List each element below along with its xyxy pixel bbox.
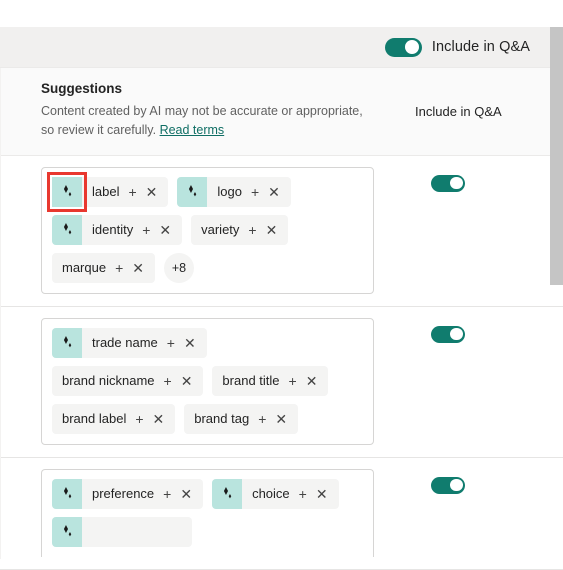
suggestion-chip[interactable]: variety + ✕ <box>191 214 289 245</box>
add-suggestion-icon[interactable]: + <box>239 223 256 237</box>
add-suggestion-icon[interactable]: + <box>249 412 266 426</box>
suggestion-row: preference + ✕ choice + ✕ <box>0 458 563 570</box>
suggestion-card: preference + ✕ choice + ✕ <box>41 468 374 557</box>
suggestion-row-cards: preference + ✕ choice + ✕ <box>0 458 411 569</box>
panel-header-bar: Include in Q&A <box>0 27 563 68</box>
suggestion-chip-label: trade name <box>92 335 158 351</box>
suggestions-intro: Suggestions Content created by AI may no… <box>0 68 563 156</box>
row-include-toggle-cell <box>411 307 563 343</box>
remove-suggestion-icon[interactable]: ✕ <box>257 223 289 237</box>
suggestion-chip[interactable]: brand title + ✕ <box>212 365 329 396</box>
add-suggestion-icon[interactable]: + <box>133 223 150 237</box>
chip-row: preference + ✕ choice + ✕ <box>52 478 363 509</box>
suggestion-row-cards: label + ✕ logo + ✕ identity + ✕ variety + ✕ marque + ✕… <box>0 156 411 306</box>
toggle-knob <box>450 327 463 341</box>
master-include-toggle[interactable] <box>384 37 422 57</box>
suggestion-chip-label: brand label <box>62 411 127 427</box>
chip-row: marque + ✕ +8 <box>52 252 363 283</box>
suggestions-disclaimer: Content created by AI may not be accurat… <box>41 102 371 141</box>
add-suggestion-icon[interactable]: + <box>126 412 143 426</box>
remove-suggestion-icon[interactable]: ✕ <box>144 412 176 426</box>
chip-row: trade name + ✕ <box>52 327 363 358</box>
remove-suggestion-icon[interactable]: ✕ <box>137 185 169 199</box>
suggestion-chip[interactable]: brand tag + ✕ <box>184 403 299 434</box>
suggestion-chip-label: choice <box>252 486 290 502</box>
add-suggestion-icon[interactable]: + <box>242 185 259 199</box>
more-suggestions-badge[interactable]: +8 <box>164 252 194 283</box>
remove-suggestion-icon[interactable]: ✕ <box>172 374 204 388</box>
add-suggestion-icon[interactable]: + <box>154 487 171 501</box>
panel-left-edge <box>0 68 1 559</box>
suggestion-chip-label: variety <box>201 222 240 238</box>
suggestion-card: label + ✕ logo + ✕ identity + ✕ variety + ✕ marque + ✕… <box>41 166 374 294</box>
chip-row <box>52 516 363 547</box>
add-suggestion-icon[interactable]: + <box>155 374 172 388</box>
toggle-knob <box>450 478 463 492</box>
suggestion-chip[interactable]: choice + ✕ <box>212 478 339 509</box>
suggestion-chip[interactable] <box>52 516 192 547</box>
suggestion-row-cards: trade name + ✕ brand nickname + ✕ brand title +… <box>0 307 411 457</box>
suggestion-card: trade name + ✕ brand nickname + ✕ brand title +… <box>41 317 374 445</box>
row-include-toggle-cell <box>411 156 563 192</box>
suggestion-chip[interactable]: preference + ✕ <box>52 478 204 509</box>
remove-suggestion-icon[interactable]: ✕ <box>175 336 207 350</box>
suggestion-rows: label + ✕ logo + ✕ identity + ✕ variety + ✕ marque + ✕… <box>0 156 563 570</box>
suggestion-chip-label: identity <box>92 222 134 238</box>
suggestion-chip[interactable]: label + ✕ <box>47 171 169 212</box>
suggestion-chip[interactable]: identity + ✕ <box>52 214 183 245</box>
chip-row: identity + ✕ variety + ✕ <box>52 214 363 245</box>
ai-sparkle-icon[interactable] <box>47 171 87 212</box>
suggestion-chip-label: label <box>92 184 120 200</box>
row-include-toggle-cell <box>411 458 563 494</box>
suggestion-chip-label: marque <box>62 260 107 276</box>
suggestion-chip-label: brand nickname <box>62 373 155 389</box>
add-suggestion-icon[interactable]: + <box>290 487 307 501</box>
suggestion-chip[interactable]: marque + ✕ <box>52 252 155 283</box>
chip-row: brand label + ✕ brand tag + ✕ <box>52 403 363 434</box>
include-column-header: Include in Q&A <box>415 104 502 119</box>
suggestion-chip-label: brand title <box>222 373 280 389</box>
ai-sparkle-icon[interactable] <box>52 214 82 245</box>
ai-sparkle-icon[interactable] <box>52 327 82 358</box>
master-include-label: Include in Q&A <box>431 39 530 55</box>
chip-row: brand nickname + ✕ brand title + ✕ <box>52 365 363 396</box>
add-suggestion-icon[interactable]: + <box>280 374 297 388</box>
ai-sparkle-icon[interactable] <box>52 516 82 547</box>
remove-suggestion-icon[interactable]: ✕ <box>123 261 155 275</box>
row-include-toggle[interactable] <box>431 174 465 192</box>
remove-suggestion-icon[interactable]: ✕ <box>171 487 203 501</box>
suggestion-chip-label: logo <box>217 184 242 200</box>
ai-sparkle-icon[interactable] <box>52 478 82 509</box>
add-suggestion-icon[interactable]: + <box>106 261 123 275</box>
top-spacer <box>0 0 563 27</box>
suggestions-intro-text-block: Suggestions Content created by AI may no… <box>0 81 413 141</box>
suggestion-chip[interactable]: brand nickname + ✕ <box>52 365 204 396</box>
remove-suggestion-icon[interactable]: ✕ <box>266 412 298 426</box>
remove-suggestion-icon[interactable]: ✕ <box>297 374 329 388</box>
suggestion-row: label + ✕ logo + ✕ identity + ✕ variety + ✕ marque + ✕… <box>0 156 563 307</box>
remove-suggestion-icon[interactable]: ✕ <box>259 185 291 199</box>
ai-sparkle-icon[interactable] <box>212 478 243 509</box>
toggle-knob <box>405 40 420 54</box>
suggestion-row: trade name + ✕ brand nickname + ✕ brand title +… <box>0 307 563 458</box>
chip-row: label + ✕ logo + ✕ <box>47 171 363 212</box>
suggestion-chip[interactable]: trade name + ✕ <box>52 327 207 358</box>
row-include-toggle[interactable] <box>431 325 465 343</box>
suggestion-chip[interactable]: logo + ✕ <box>177 176 291 207</box>
remove-suggestion-icon[interactable]: ✕ <box>150 223 182 237</box>
scrollbar-thumb[interactable] <box>550 27 563 285</box>
read-terms-link[interactable]: Read terms <box>160 123 225 137</box>
suggestion-chip[interactable]: brand label + ✕ <box>52 403 176 434</box>
add-suggestion-icon[interactable]: + <box>119 185 136 199</box>
suggestion-chip-label: brand tag <box>194 411 250 427</box>
suggestions-title: Suggestions <box>41 81 123 96</box>
suggestion-chip-label: preference <box>92 486 155 502</box>
add-suggestion-icon[interactable]: + <box>158 336 175 350</box>
row-include-toggle[interactable] <box>431 476 465 494</box>
toggle-knob <box>450 176 463 190</box>
remove-suggestion-icon[interactable]: ✕ <box>307 487 339 501</box>
vertical-scrollbar[interactable] <box>550 27 563 559</box>
master-include-toggle-group[interactable]: Include in Q&A <box>384 37 530 57</box>
ai-sparkle-icon[interactable] <box>177 176 208 207</box>
